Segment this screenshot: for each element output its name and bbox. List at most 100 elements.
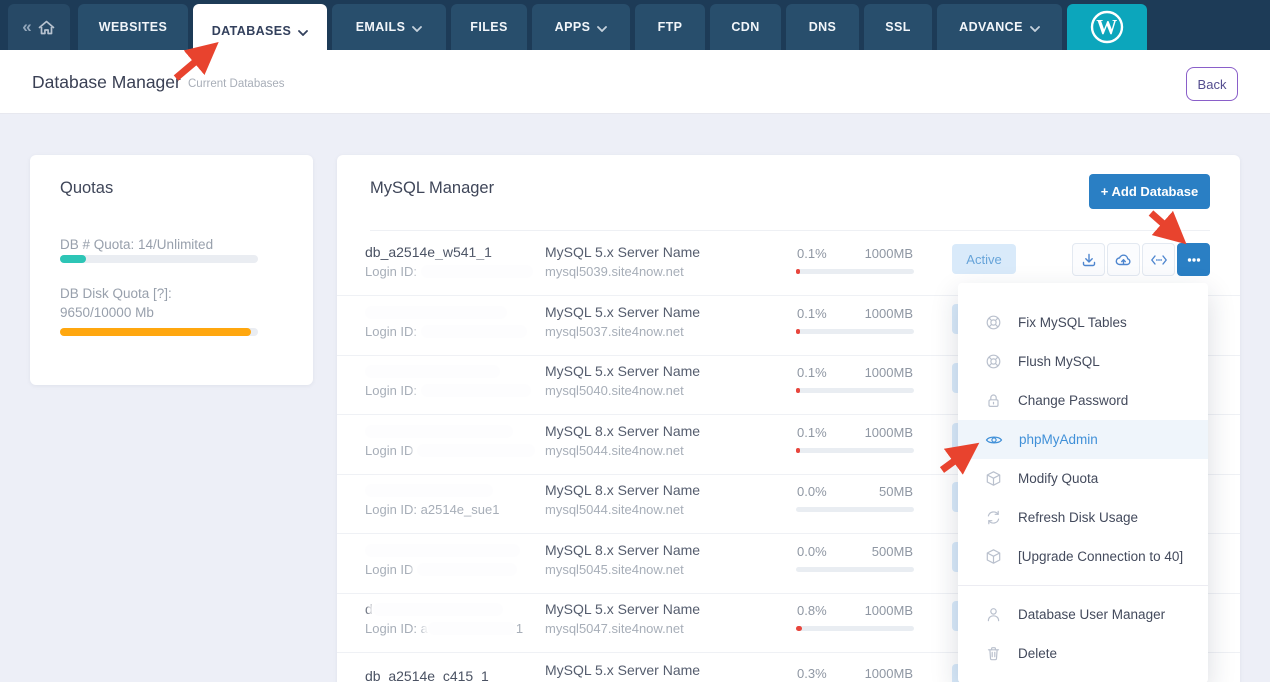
home-icon[interactable]	[37, 19, 56, 36]
usage-bar-fill	[796, 269, 800, 274]
tab-ftp[interactable]: FTP	[635, 4, 705, 50]
nav-home-button[interactable]: «	[8, 4, 70, 50]
server-name: MySQL 5.x Server Name	[545, 363, 700, 379]
menu-item-modify-quota[interactable]: Modify Quota	[958, 459, 1208, 498]
db-login: Login ID:	[365, 324, 527, 339]
ellipsis-icon	[1185, 251, 1203, 269]
redacted-text	[428, 622, 516, 635]
tab-apps[interactable]: APPS	[532, 4, 630, 50]
db-name: db_a2514e_w541_1	[365, 244, 492, 260]
chevron-down-icon	[412, 21, 422, 35]
usage-bar	[796, 329, 914, 334]
server-host: mysql5039.site4now.net	[545, 264, 684, 279]
menu-item-phpmyadmin[interactable]: phpMyAdmin	[958, 420, 1208, 459]
tab-emails[interactable]: EMAILS	[332, 4, 446, 50]
cloud-upload-icon	[1114, 251, 1133, 269]
server-host: mysql5037.site4now.net	[545, 324, 684, 339]
db-disk-quota-value: 9650/10000 Mb	[60, 305, 154, 320]
usage-percent: 0.3%	[797, 666, 827, 681]
menu-item-fix-mysql-tables[interactable]: Fix MySQL Tables	[958, 303, 1208, 342]
menu-item-upgrade-connection[interactable]: [Upgrade Connection to 40]	[958, 537, 1208, 576]
quotas-title: Quotas	[60, 179, 113, 198]
usage-percent: 0.0%	[797, 484, 827, 499]
lifebuoy-icon	[985, 353, 1002, 370]
db-name	[365, 542, 520, 558]
server-host: mysql5044.site4now.net	[545, 443, 684, 458]
tab-files[interactable]: FILES	[451, 4, 527, 50]
usage-bar	[796, 507, 914, 512]
table-divider	[370, 230, 1210, 231]
server-name: MySQL 5.x Server Name	[545, 662, 700, 678]
collapse-sidebar-icon[interactable]: «	[22, 17, 29, 37]
db-name	[365, 304, 507, 320]
tab-advance[interactable]: ADVANCE	[937, 4, 1062, 50]
tab-dns[interactable]: DNS	[786, 4, 859, 50]
db-login: Login ID: a1	[365, 621, 523, 636]
db-name	[365, 363, 500, 379]
db-count-quota-label: DB # Quota: 14/Unlimited	[60, 237, 213, 252]
tab-websites[interactable]: WEBSITES	[78, 4, 188, 50]
user-icon	[985, 606, 1002, 623]
server-host: mysql5040.site4now.net	[545, 383, 684, 398]
db-count-quota-bar	[60, 255, 258, 263]
redacted-text	[365, 306, 507, 319]
menu-divider	[958, 585, 1208, 586]
restore-upload-button[interactable]	[1107, 243, 1140, 276]
quota-size: 1000MB	[833, 603, 913, 618]
usage-bar-fill	[796, 626, 802, 631]
usage-percent: 0.8%	[797, 603, 827, 618]
usage-bar-fill	[796, 388, 800, 393]
redacted-text	[365, 365, 500, 378]
more-actions-button[interactable]	[1177, 243, 1210, 276]
menu-item-refresh-disk-usage[interactable]: Refresh Disk Usage	[958, 498, 1208, 537]
lifebuoy-icon	[985, 314, 1002, 331]
connection-string-button[interactable]	[1142, 243, 1175, 276]
usage-bar	[796, 626, 914, 631]
tab-wordpress[interactable]: W	[1067, 4, 1147, 50]
usage-percent: 0.1%	[797, 306, 827, 321]
cube-icon	[985, 548, 1002, 565]
back-button[interactable]: Back	[1186, 67, 1238, 101]
menu-item-database-user-manager[interactable]: Database User Manager	[958, 595, 1208, 634]
db-disk-quota-bar	[60, 328, 258, 336]
redacted-text	[421, 384, 531, 397]
download-icon	[1080, 251, 1098, 269]
status-badge: Active	[952, 244, 1016, 274]
usage-percent: 0.1%	[797, 425, 827, 440]
quota-size: 1000MB	[833, 306, 913, 321]
server-host: mysql5045.site4now.net	[545, 562, 684, 577]
row-actions-menu: Fix MySQL Tables Flush MySQL Change Pass…	[958, 283, 1208, 682]
wordpress-icon: W	[1087, 7, 1127, 47]
server-name: MySQL 5.x Server Name	[545, 304, 700, 320]
db-name: db_a2514e_c415_1	[365, 668, 489, 682]
quota-size: 1000MB	[833, 365, 913, 380]
redacted-text	[417, 444, 535, 457]
refresh-icon	[985, 509, 1002, 526]
usage-percent: 0.0%	[797, 544, 827, 559]
page-title: Database Manager	[32, 72, 181, 93]
quota-size: 1000MB	[833, 246, 913, 261]
db-name: d	[365, 601, 503, 617]
breadcrumb: Current Databases	[188, 78, 285, 90]
mysql-manager-title: MySQL Manager	[370, 179, 494, 198]
db-count-quota-fill	[60, 255, 86, 263]
db-disk-quota-fill	[60, 328, 251, 336]
add-database-button[interactable]: + Add Database	[1089, 174, 1210, 209]
tab-ssl[interactable]: SSL	[864, 4, 932, 50]
usage-percent: 0.1%	[797, 246, 827, 261]
tab-databases[interactable]: DATABASES	[193, 4, 327, 57]
backup-download-button[interactable]	[1072, 243, 1105, 276]
menu-item-flush-mysql[interactable]: Flush MySQL	[958, 342, 1208, 381]
quota-size: 500MB	[833, 544, 913, 559]
redacted-text	[365, 484, 493, 497]
server-host: mysql5047.site4now.net	[545, 621, 684, 636]
usage-bar-fill	[796, 448, 800, 453]
server-name: MySQL 8.x Server Name	[545, 482, 700, 498]
tab-cdn[interactable]: CDN	[710, 4, 781, 50]
usage-bar	[796, 269, 914, 274]
menu-item-change-password[interactable]: Change Password	[958, 381, 1208, 420]
menu-item-delete[interactable]: Delete	[958, 634, 1208, 673]
usage-bar	[796, 388, 914, 393]
usage-bar-fill	[796, 329, 800, 334]
db-disk-quota-label: DB Disk Quota [?]:	[60, 286, 172, 301]
